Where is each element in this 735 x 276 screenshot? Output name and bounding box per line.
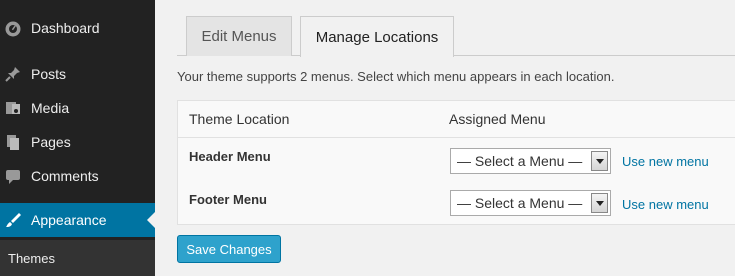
column-header-assigned-menu: Assigned Menu	[449, 111, 546, 127]
sidebar-item-label: Appearance	[31, 212, 107, 228]
comments-icon	[3, 166, 23, 186]
sidebar-item-label: Media	[31, 100, 70, 116]
select-value: — Select a Menu —	[457, 153, 583, 169]
footer-menu-select[interactable]: — Select a Menu —	[450, 190, 611, 216]
sidebar-item-label: Comments	[31, 168, 99, 184]
sidebar-item-comments[interactable]: Comments	[0, 159, 155, 193]
select-value: — Select a Menu —	[457, 195, 583, 211]
media-icon	[3, 98, 23, 118]
location-label-header-menu: Header Menu	[189, 149, 271, 164]
menu-locations-table: Theme Location Assigned Menu Header Menu…	[177, 100, 735, 225]
table-header: Theme Location Assigned Menu	[178, 101, 735, 138]
intro-text: Your theme supports 2 menus. Select whic…	[177, 69, 615, 84]
sidebar-item-posts[interactable]: Posts	[0, 57, 155, 91]
admin-sidebar: Dashboard Posts Media Pages Comments App…	[0, 0, 155, 276]
sidebar-item-dashboard[interactable]: Dashboard	[0, 11, 155, 45]
chevron-down-icon	[591, 151, 608, 171]
column-header-theme-location: Theme Location	[189, 111, 290, 127]
sidebar-item-label: Pages	[31, 134, 71, 150]
sidebar-item-media[interactable]: Media	[0, 91, 155, 125]
submenu-item-themes[interactable]: Themes	[8, 251, 55, 266]
sidebar-item-appearance[interactable]: Appearance	[0, 203, 155, 237]
location-label-footer-menu: Footer Menu	[189, 192, 267, 207]
pushpin-icon	[3, 64, 23, 84]
header-use-new-menu-link[interactable]: Use new menu	[622, 154, 709, 169]
pages-icon	[3, 132, 23, 152]
header-menu-select[interactable]: — Select a Menu —	[450, 148, 611, 174]
paintbrush-icon	[3, 210, 23, 230]
tab-manage-locations[interactable]: Manage Locations	[300, 16, 454, 57]
sidebar-item-pages[interactable]: Pages	[0, 125, 155, 159]
dashboard-icon	[3, 18, 23, 38]
tab-edit-menus[interactable]: Edit Menus	[186, 16, 292, 56]
footer-use-new-menu-link[interactable]: Use new menu	[622, 197, 709, 212]
sidebar-item-label: Dashboard	[31, 20, 100, 36]
sidebar-item-label: Posts	[31, 66, 67, 82]
chevron-down-icon	[591, 193, 608, 213]
save-changes-button[interactable]: Save Changes	[177, 235, 281, 263]
